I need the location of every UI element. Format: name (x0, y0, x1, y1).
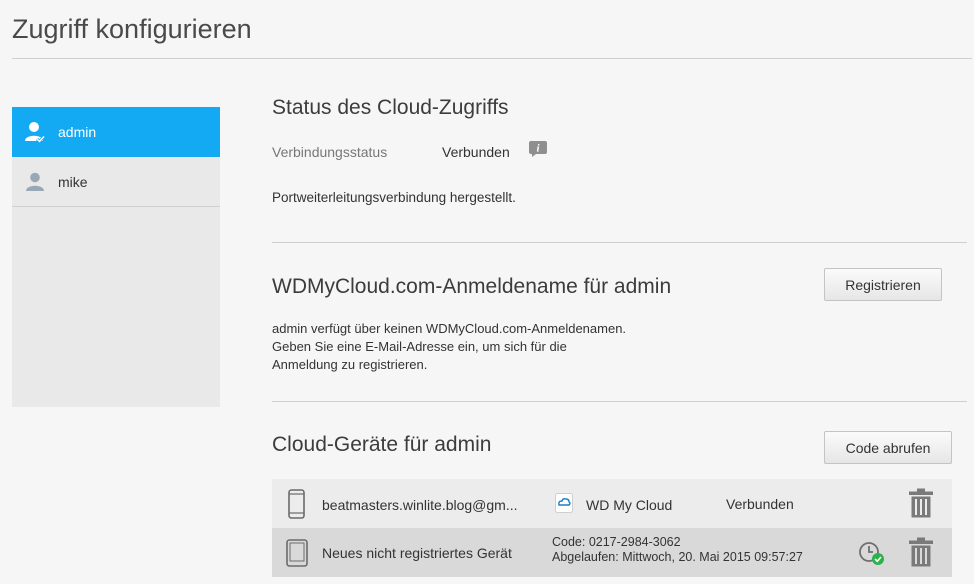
device-code: Code: 0217-2984-3062 (552, 535, 681, 549)
trash-icon[interactable] (908, 488, 934, 521)
connection-status-value: Verbunden (442, 144, 510, 160)
page-title: Zugriff konfigurieren (12, 14, 252, 44)
wd-cloud-icon (555, 493, 573, 516)
get-code-button[interactable]: Code abrufen (824, 431, 952, 464)
device-name: beatmasters.winlite.blog@gm... (322, 497, 518, 513)
user-icon (12, 171, 58, 193)
login-description-line: Anmeldung zu registrieren. (272, 357, 428, 372)
sidebar-user-admin[interactable]: admin (12, 107, 220, 157)
register-button[interactable]: Registrieren (824, 268, 942, 301)
device-app: WD My Cloud (586, 497, 673, 513)
device-status: Verbunden (726, 496, 794, 512)
title-divider (12, 58, 972, 59)
devices-section-title: Cloud-Geräte für admin (272, 433, 492, 456)
login-section-title: WDMyCloud.com-Anmeldename für admin (272, 275, 672, 298)
phone-icon (288, 489, 305, 522)
status-message: Portweiterleitungsverbindung hergestellt… (272, 190, 516, 205)
sidebar-user-label: mike (58, 173, 88, 190)
connection-status-label: Verbindungsstatus (272, 144, 388, 160)
sidebar-user-mike[interactable]: mike (12, 157, 220, 207)
device-row[interactable]: beatmasters.winlite.blog@gm... WD My Clo… (272, 479, 952, 528)
login-description-line: admin verfügt über keinen WDMyCloud.com-… (272, 321, 627, 336)
section-divider (272, 242, 967, 243)
device-row[interactable]: Neues nicht registriertes Gerät Code: 02… (272, 528, 952, 577)
trash-icon[interactable] (908, 537, 934, 570)
device-name: Neues nicht registriertes Gerät (322, 545, 512, 561)
pending-clock-icon (858, 541, 886, 570)
user-check-icon (12, 120, 58, 144)
login-description: admin verfügt über keinen WDMyCloud.com-… (272, 320, 692, 374)
user-sidebar: admin mike (12, 107, 220, 407)
info-icon[interactable]: i (528, 140, 548, 158)
tablet-icon (286, 539, 308, 570)
device-expiry: Abgelaufen: Mittwoch, 20. Mai 2015 09:57… (552, 550, 803, 564)
section-divider (272, 401, 967, 402)
sidebar-user-label: admin (58, 123, 97, 140)
status-section-title: Status des Cloud-Zugriffs (272, 96, 509, 119)
login-description-line: Geben Sie eine E-Mail-Adresse ein, um si… (272, 339, 567, 354)
